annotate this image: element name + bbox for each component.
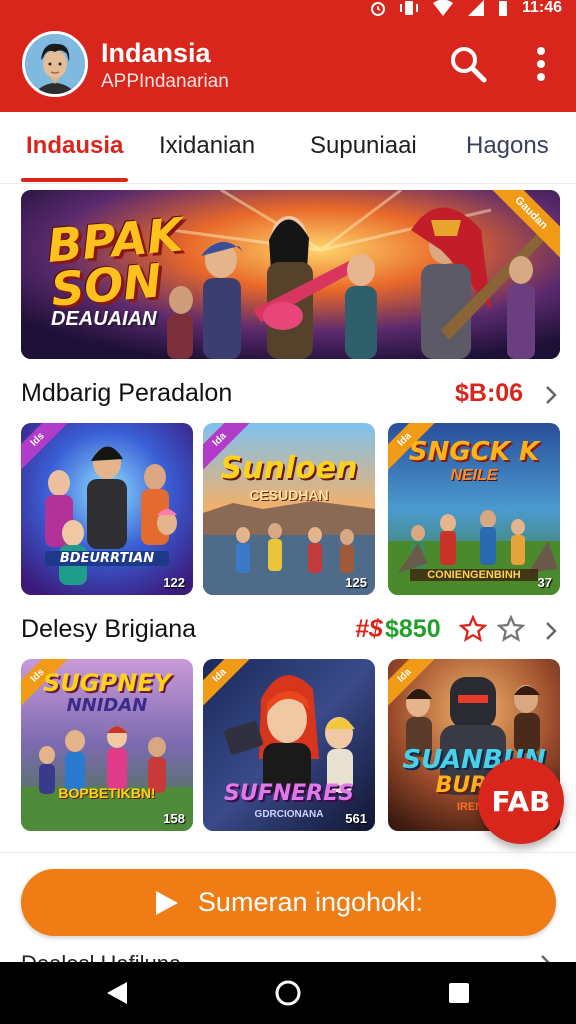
card-count: 122 — [163, 575, 185, 590]
primary-cta-button[interactable]: Sumeran ingohokl: — [21, 869, 556, 936]
battery-icon — [498, 1, 507, 16]
avatar[interactable] — [22, 31, 88, 97]
back-button[interactable] — [102, 978, 132, 1008]
home-icon — [275, 980, 301, 1006]
vibrate-icon — [399, 1, 418, 15]
game-card[interactable]: Ida SNGCK K NEILE CONIENGENBINH 37 — [388, 423, 560, 595]
section-header-1[interactable]: Mdbarig Peradalon $B:06 — [21, 373, 561, 413]
rating-stars[interactable] — [459, 615, 525, 643]
card-title-2: NNIDAN — [66, 695, 148, 716]
system-nav-bar — [0, 962, 576, 1024]
status-time: 11:46 — [521, 0, 562, 16]
tab-hagons[interactable]: Hagons — [466, 132, 549, 160]
card-title: BDEURRTIAN — [45, 551, 169, 566]
signal-icon — [467, 0, 484, 16]
search-icon — [451, 47, 487, 83]
more-vert-icon — [537, 47, 545, 81]
section-price-prefix: #$ — [355, 615, 383, 643]
avatar-illustration — [25, 34, 85, 94]
card-count: 125 — [345, 575, 367, 590]
chevron-right-icon — [546, 622, 557, 640]
play-icon — [155, 890, 178, 915]
game-card[interactable]: Ida SUFNERES GDRCIONANA 561 — [203, 659, 375, 831]
card-title: Sunloen — [220, 451, 358, 486]
game-card[interactable]: Ids BDEURRTIAN 122 — [21, 423, 193, 595]
banner-subtitle: DEAUAIAN — [51, 308, 157, 330]
card-subtitle-top: NEILE — [450, 467, 498, 484]
card-subtitle: CONIENGENBINH — [410, 569, 538, 581]
search-button[interactable] — [448, 44, 488, 84]
card-count: 561 — [345, 811, 367, 826]
tab-indausia[interactable]: Indausia — [26, 132, 123, 160]
card-count: 37 — [537, 575, 552, 590]
star-outline-red-icon — [459, 615, 487, 642]
floating-action-button[interactable]: FAB — [478, 758, 564, 844]
app-title: Indansia — [101, 38, 211, 68]
tab-bar: Indausia Ixidanian Supuniaai Hagons — [0, 112, 576, 184]
card-title: SUFNERES — [224, 781, 354, 806]
card-artwork — [203, 423, 375, 595]
more-menu-button[interactable] — [521, 44, 561, 84]
active-tab-indicator — [21, 178, 128, 182]
app-subtitle: APPIndanarian — [101, 71, 229, 92]
wifi-icon — [432, 0, 453, 16]
game-card[interactable]: Ida Sunloen CESUDHAN 125 — [203, 423, 375, 595]
app-bar: 11:46 Indansia APPIndanarian — [0, 0, 576, 112]
card-title: SUGPNEY — [43, 669, 171, 697]
featured-banner[interactable]: BPAK SON DEAUAIAN Gaudan — [21, 190, 560, 359]
recents-button[interactable] — [444, 978, 474, 1008]
section-price: $B:06 — [455, 379, 524, 407]
content-divider — [0, 852, 576, 853]
tab-supuniaai[interactable]: Supuniaai — [310, 132, 417, 160]
card-title: SNGCK K — [408, 437, 540, 467]
section-header-2[interactable]: Delesy Brigiana #$ $850 — [21, 609, 561, 649]
status-bar: 11:46 — [370, 0, 562, 16]
cta-label: Sumeran ingohokl: — [197, 887, 424, 917]
section-price: $850 — [385, 615, 441, 643]
game-card[interactable]: Ids SUGPNEY NNIDAN BOPBETIKBN! 158 — [21, 659, 193, 831]
section-title: Delesy Brigiana — [21, 615, 197, 643]
card-artwork — [21, 423, 193, 595]
banner-title: BPAK SON — [45, 207, 188, 316]
home-button[interactable] — [273, 978, 303, 1008]
tab-ixidanian[interactable]: Ixidanian — [159, 132, 255, 160]
recents-icon — [449, 983, 469, 1003]
card-subtitle: CESUDHAN — [249, 487, 329, 503]
section-title: Mdbarig Peradalon — [21, 379, 233, 407]
card-subtitle: BOPBETIKBN! — [58, 785, 156, 801]
tabs-divider — [0, 183, 576, 184]
chevron-right-icon — [546, 386, 557, 404]
card-count: 158 — [163, 811, 185, 826]
back-icon — [107, 982, 127, 1004]
star-outline-icon — [497, 615, 525, 642]
alarm-icon — [370, 2, 385, 16]
